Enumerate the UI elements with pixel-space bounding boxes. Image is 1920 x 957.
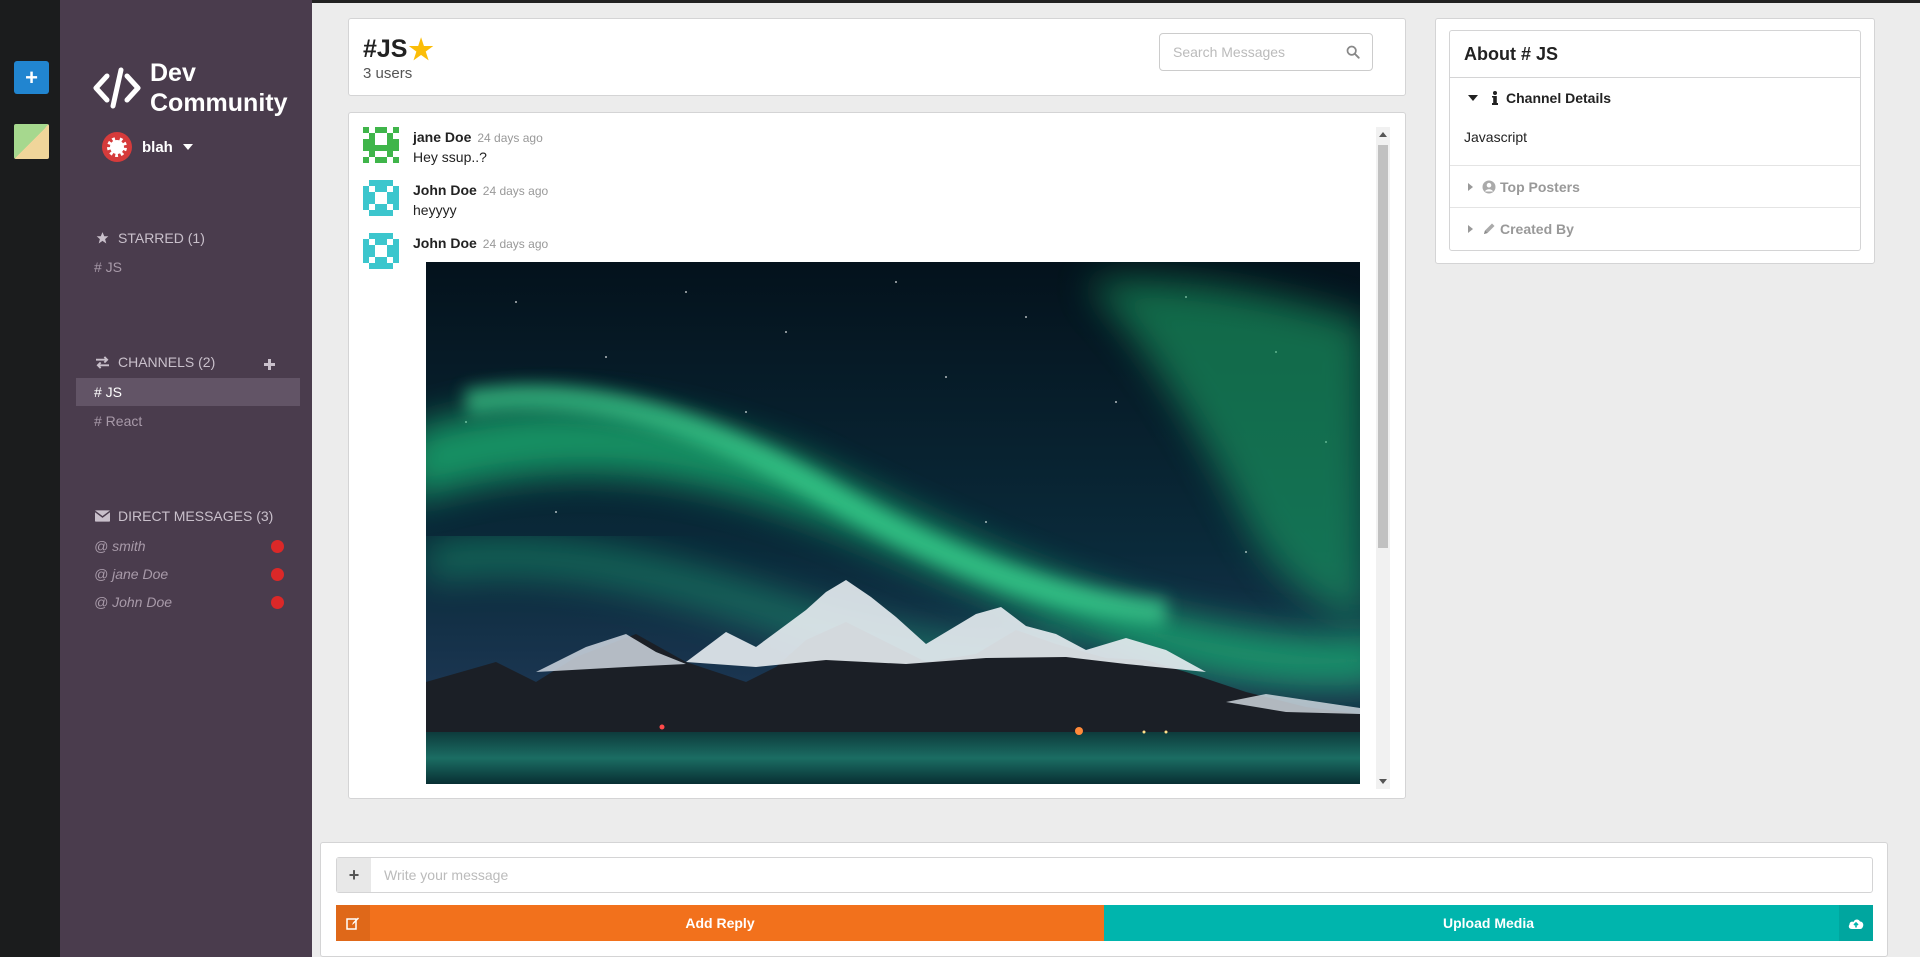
channel-title: #JS ★ [363,33,434,66]
edit-icon [336,905,370,941]
channel-header: #JS ★ 3 users [348,18,1406,96]
direct-messages-label: DIRECT MESSAGES (3) [118,508,274,524]
starred-label: STARRED (1) [118,230,205,246]
channel-details-header[interactable]: Channel Details [1468,90,1611,106]
message-input[interactable] [377,858,1857,892]
messages-panel: jane Doe 24 days ago Hey ssup..? John Doe… [348,112,1406,799]
scroll-up-arrow-icon[interactable] [1379,132,1387,137]
created-by-label: Created By [1500,221,1574,237]
exchange-icon [94,355,110,369]
user-count: 3 users [363,65,413,82]
brand-name-line1: Dev [150,59,196,87]
caret-down-icon [182,144,193,150]
message-input-group: + [336,857,1873,893]
scrollbar-thumb[interactable] [1378,145,1388,548]
add-attachment-icon[interactable]: + [337,858,371,892]
scroll-down-arrow-icon[interactable] [1379,779,1387,784]
channel-item-react[interactable]: # React [76,407,300,435]
add-color-button[interactable]: + [14,61,49,94]
add-channel-button[interactable] [263,355,276,376]
user-dropdown[interactable]: blah [102,132,193,162]
author-name: John Doe [413,182,477,198]
upload-media-button[interactable]: Upload Media [1104,905,1873,941]
sidebar: Dev Community blah STARRED (1) # JS CHAN… [60,0,312,957]
code-icon [93,67,141,109]
channel-name: #JS [363,35,408,63]
star-icon[interactable]: ★ [408,33,433,66]
dm-name: @ smith [94,538,146,554]
top-posters-section[interactable]: Top Posters [1450,166,1860,208]
message-author: jane Doe 24 days ago [413,129,543,145]
upload-media-label: Upload Media [1442,915,1534,931]
info-icon [1488,91,1502,105]
caret-right-icon [1468,225,1473,233]
starred-header: STARRED (1) [94,230,205,246]
channel-item-js[interactable]: # JS [76,378,300,406]
top-posters-label: Top Posters [1500,179,1580,195]
starred-item-js[interactable]: # JS [76,253,300,281]
brand-name-line2: Community [150,89,288,117]
about-box: About # JS Channel Details Javascript To… [1449,30,1861,251]
user-circle-icon [1482,180,1496,194]
search-icon[interactable] [1346,45,1360,59]
avatar [363,180,399,216]
message-text: Hey ssup..? [413,149,487,165]
scrollbar[interactable] [1376,127,1390,789]
caret-down-icon [1468,95,1478,101]
search-box [1159,33,1373,71]
message-time: 24 days ago [482,237,549,251]
cloud-upload-icon [1839,905,1873,941]
dm-name: @ jane Doe [94,566,169,582]
star-icon [94,231,110,245]
created-by-header[interactable]: Created By [1468,221,1574,237]
channel-details-section[interactable]: Channel Details Javascript [1450,78,1860,166]
dm-item-john-doe[interactable]: @ John Doe [76,588,300,616]
add-reply-label: Add Reply [685,915,755,931]
brand-name: Dev Community [150,58,288,118]
top-posters-header[interactable]: Top Posters [1468,179,1580,195]
about-title: About # JS [1450,31,1860,78]
channel-details-label: Channel Details [1506,90,1612,106]
created-by-section[interactable]: Created By [1450,208,1860,250]
dm-item-jane-doe[interactable]: @ jane Doe [76,560,300,588]
offline-status-icon [271,540,284,553]
avatar [102,132,132,162]
message-text: heyyyy [413,202,457,218]
direct-messages-header: DIRECT MESSAGES (3) [94,508,273,524]
message-author: John Doe 24 days ago [413,235,548,251]
brand: Dev Community [92,58,288,118]
message-form: + Add Reply Upload Media [320,842,1888,957]
message-time: 24 days ago [477,131,543,145]
message-author: John Doe 24 days ago [413,182,548,198]
search-input[interactable] [1160,34,1330,70]
mail-icon [94,509,110,523]
dm-item-smith[interactable]: @ smith [76,532,300,560]
add-reply-button[interactable]: Add Reply [336,905,1104,941]
color-swatch[interactable] [14,124,49,159]
avatar [363,233,399,269]
author-name: jane Doe [413,129,472,145]
channels-label: CHANNELS (2) [118,354,216,370]
user-name: blah [142,138,173,156]
caret-right-icon [1468,183,1473,191]
message-time: 24 days ago [482,184,549,198]
channels-header: CHANNELS (2) [94,354,215,370]
channel-details-text: Javascript [1464,129,1528,145]
aurora-photo[interactable] [426,262,1360,784]
plus-icon [264,359,275,370]
author-name: John Doe [413,235,477,251]
color-rail: + [0,0,60,957]
about-panel: About # JS Channel Details Javascript To… [1435,18,1875,264]
avatar [363,127,399,163]
offline-status-icon [271,596,284,609]
pencil-icon [1482,222,1496,236]
dm-name: @ John Doe [94,594,173,610]
offline-status-icon [271,568,284,581]
